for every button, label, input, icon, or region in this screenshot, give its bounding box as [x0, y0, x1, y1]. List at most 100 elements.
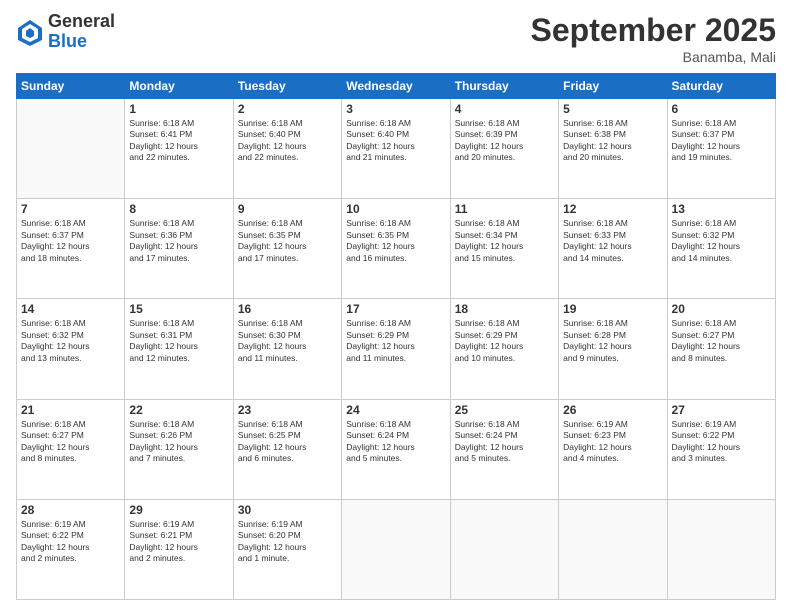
day-number: 8: [129, 202, 228, 216]
day-number: 30: [238, 503, 337, 517]
calendar-cell: 25 Sunrise: 6:18 AM Sunset: 6:24 PM Dayli…: [450, 399, 558, 499]
calendar-cell: 7 Sunrise: 6:18 AM Sunset: 6:37 PM Daylig…: [17, 199, 125, 299]
day-number: 19: [563, 302, 662, 316]
calendar-cell: 26 Sunrise: 6:19 AM Sunset: 6:23 PM Dayli…: [559, 399, 667, 499]
day-info: Sunrise: 6:19 AM Sunset: 6:20 PM Dayligh…: [238, 519, 337, 565]
day-info: Sunrise: 6:18 AM Sunset: 6:39 PM Dayligh…: [455, 118, 554, 164]
day-info: Sunrise: 6:18 AM Sunset: 6:37 PM Dayligh…: [672, 118, 771, 164]
day-info: Sunrise: 6:18 AM Sunset: 6:31 PM Dayligh…: [129, 318, 228, 364]
day-info: Sunrise: 6:18 AM Sunset: 6:29 PM Dayligh…: [346, 318, 445, 364]
day-number: 25: [455, 403, 554, 417]
weekday-header-thursday: Thursday: [450, 74, 558, 99]
day-info: Sunrise: 6:18 AM Sunset: 6:40 PM Dayligh…: [238, 118, 337, 164]
day-number: 16: [238, 302, 337, 316]
day-number: 2: [238, 102, 337, 116]
title-block: September 2025 Banamba, Mali: [531, 12, 776, 65]
day-number: 18: [455, 302, 554, 316]
day-info: Sunrise: 6:18 AM Sunset: 6:36 PM Dayligh…: [129, 218, 228, 264]
day-info: Sunrise: 6:19 AM Sunset: 6:23 PM Dayligh…: [563, 419, 662, 465]
calendar-cell: [559, 499, 667, 599]
location: Banamba, Mali: [531, 49, 776, 65]
day-info: Sunrise: 6:18 AM Sunset: 6:28 PM Dayligh…: [563, 318, 662, 364]
weekday-header-row: SundayMondayTuesdayWednesdayThursdayFrid…: [17, 74, 776, 99]
weekday-header-saturday: Saturday: [667, 74, 775, 99]
weekday-header-wednesday: Wednesday: [342, 74, 450, 99]
day-number: 14: [21, 302, 120, 316]
day-info: Sunrise: 6:18 AM Sunset: 6:26 PM Dayligh…: [129, 419, 228, 465]
calendar-cell: 16 Sunrise: 6:18 AM Sunset: 6:30 PM Dayli…: [233, 299, 341, 399]
calendar-cell: 22Sunrise: 6:18 AM Sunset: 6:26 PM Dayli…: [125, 399, 233, 499]
calendar-cell: 27Sunrise: 6:19 AM Sunset: 6:22 PM Dayli…: [667, 399, 775, 499]
day-info: Sunrise: 6:18 AM Sunset: 6:32 PM Dayligh…: [672, 218, 771, 264]
day-number: 1: [129, 102, 228, 116]
page: General Blue September 2025 Banamba, Mal…: [0, 0, 792, 612]
calendar-cell: 14Sunrise: 6:18 AM Sunset: 6:32 PM Dayli…: [17, 299, 125, 399]
day-number: 15: [129, 302, 228, 316]
weekday-header-monday: Monday: [125, 74, 233, 99]
day-info: Sunrise: 6:18 AM Sunset: 6:40 PM Dayligh…: [346, 118, 445, 164]
calendar-cell: 21 Sunrise: 6:18 AM Sunset: 6:27 PM Dayli…: [17, 399, 125, 499]
day-number: 4: [455, 102, 554, 116]
logo-general-text: General: [48, 12, 115, 32]
day-number: 23: [238, 403, 337, 417]
day-number: 12: [563, 202, 662, 216]
day-number: 5: [563, 102, 662, 116]
day-info: Sunrise: 6:18 AM Sunset: 6:30 PM Dayligh…: [238, 318, 337, 364]
day-number: 29: [129, 503, 228, 517]
logo-blue-text: Blue: [48, 32, 115, 52]
day-info: Sunrise: 6:18 AM Sunset: 6:34 PM Dayligh…: [455, 218, 554, 264]
calendar-cell: [667, 499, 775, 599]
calendar-cell: [342, 499, 450, 599]
calendar-cell: 8 Sunrise: 6:18 AM Sunset: 6:36 PM Daylig…: [125, 199, 233, 299]
week-row-4: 28 Sunrise: 6:19 AM Sunset: 6:22 PM Dayli…: [17, 499, 776, 599]
day-info: Sunrise: 6:19 AM Sunset: 6:22 PM Dayligh…: [21, 519, 120, 565]
month-title: September 2025: [531, 12, 776, 49]
day-info: Sunrise: 6:18 AM Sunset: 6:35 PM Dayligh…: [238, 218, 337, 264]
header: General Blue September 2025 Banamba, Mal…: [16, 12, 776, 65]
day-info: Sunrise: 6:18 AM Sunset: 6:27 PM Dayligh…: [672, 318, 771, 364]
day-info: Sunrise: 6:18 AM Sunset: 6:24 PM Dayligh…: [346, 419, 445, 465]
calendar-table: SundayMondayTuesdayWednesdayThursdayFrid…: [16, 73, 776, 600]
day-number: 20: [672, 302, 771, 316]
day-number: 28: [21, 503, 120, 517]
calendar-cell: 30 Sunrise: 6:19 AM Sunset: 6:20 PM Dayli…: [233, 499, 341, 599]
calendar-cell: 15 Sunrise: 6:18 AM Sunset: 6:31 PM Dayli…: [125, 299, 233, 399]
calendar-cell: 4 Sunrise: 6:18 AM Sunset: 6:39 PM Daylig…: [450, 99, 558, 199]
day-info: Sunrise: 6:19 AM Sunset: 6:22 PM Dayligh…: [672, 419, 771, 465]
day-info: Sunrise: 6:18 AM Sunset: 6:29 PM Dayligh…: [455, 318, 554, 364]
calendar-cell: 11 Sunrise: 6:18 AM Sunset: 6:34 PM Dayli…: [450, 199, 558, 299]
weekday-header-tuesday: Tuesday: [233, 74, 341, 99]
week-row-2: 14Sunrise: 6:18 AM Sunset: 6:32 PM Dayli…: [17, 299, 776, 399]
day-number: 7: [21, 202, 120, 216]
day-info: Sunrise: 6:18 AM Sunset: 6:37 PM Dayligh…: [21, 218, 120, 264]
calendar-cell: 10Sunrise: 6:18 AM Sunset: 6:35 PM Dayli…: [342, 199, 450, 299]
calendar-cell: 1 Sunrise: 6:18 AM Sunset: 6:41 PM Daylig…: [125, 99, 233, 199]
day-info: Sunrise: 6:18 AM Sunset: 6:24 PM Dayligh…: [455, 419, 554, 465]
calendar-cell: 2 Sunrise: 6:18 AM Sunset: 6:40 PM Daylig…: [233, 99, 341, 199]
logo-icon: [16, 18, 44, 46]
day-number: 26: [563, 403, 662, 417]
calendar-cell: [17, 99, 125, 199]
day-info: Sunrise: 6:18 AM Sunset: 6:38 PM Dayligh…: [563, 118, 662, 164]
calendar-cell: 24Sunrise: 6:18 AM Sunset: 6:24 PM Dayli…: [342, 399, 450, 499]
day-number: 10: [346, 202, 445, 216]
day-number: 11: [455, 202, 554, 216]
day-number: 21: [21, 403, 120, 417]
calendar-cell: 12 Sunrise: 6:18 AM Sunset: 6:33 PM Dayli…: [559, 199, 667, 299]
calendar-cell: 5 Sunrise: 6:18 AM Sunset: 6:38 PM Daylig…: [559, 99, 667, 199]
day-info: Sunrise: 6:18 AM Sunset: 6:33 PM Dayligh…: [563, 218, 662, 264]
weekday-header-sunday: Sunday: [17, 74, 125, 99]
calendar-cell: 28 Sunrise: 6:19 AM Sunset: 6:22 PM Dayli…: [17, 499, 125, 599]
day-info: Sunrise: 6:18 AM Sunset: 6:41 PM Dayligh…: [129, 118, 228, 164]
day-number: 17: [346, 302, 445, 316]
calendar-cell: 29Sunrise: 6:19 AM Sunset: 6:21 PM Dayli…: [125, 499, 233, 599]
day-info: Sunrise: 6:18 AM Sunset: 6:27 PM Dayligh…: [21, 419, 120, 465]
week-row-3: 21 Sunrise: 6:18 AM Sunset: 6:27 PM Dayli…: [17, 399, 776, 499]
day-number: 9: [238, 202, 337, 216]
calendar-cell: 19 Sunrise: 6:18 AM Sunset: 6:28 PM Dayli…: [559, 299, 667, 399]
logo: General Blue: [16, 12, 115, 52]
calendar-cell: 6 Sunrise: 6:18 AM Sunset: 6:37 PM Daylig…: [667, 99, 775, 199]
day-number: 6: [672, 102, 771, 116]
calendar-cell: 17 Sunrise: 6:18 AM Sunset: 6:29 PM Dayli…: [342, 299, 450, 399]
day-info: Sunrise: 6:18 AM Sunset: 6:25 PM Dayligh…: [238, 419, 337, 465]
